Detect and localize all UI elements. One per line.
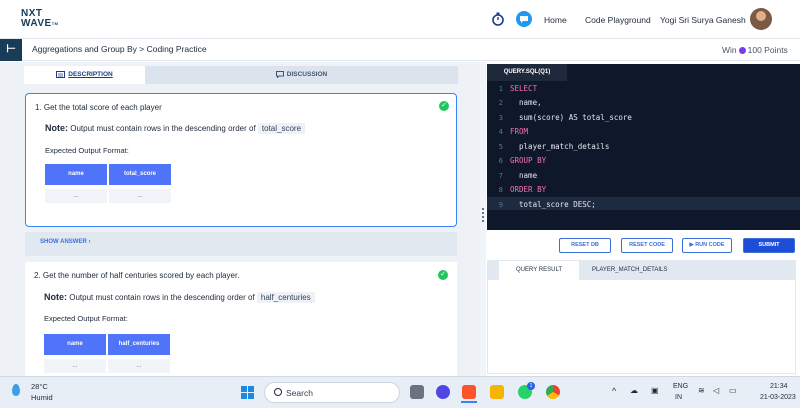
table-cell: ... (109, 189, 171, 203)
nav-code-playground[interactable]: Code Playground (585, 15, 651, 25)
clock-date[interactable]: 21-03-2023 (760, 394, 796, 401)
region-indicator[interactable]: IN (675, 394, 682, 401)
chrome-icon[interactable] (546, 385, 560, 399)
code-line[interactable]: GROUP BY (510, 156, 546, 165)
check-icon: ✓ (439, 101, 449, 111)
active-app-indicator (461, 401, 477, 403)
weather-temp[interactable]: 28°C (31, 382, 48, 391)
table-cell: ... (108, 359, 170, 373)
code-line[interactable]: player_match_details (510, 142, 609, 151)
file-explorer-icon[interactable] (490, 385, 504, 399)
code-line[interactable]: SELECT (510, 84, 537, 93)
taskbar (0, 376, 800, 408)
question-card-2[interactable]: 2. Get the number of half centuries scor… (25, 262, 457, 376)
battery-icon[interactable]: ▭ (729, 386, 737, 395)
user-name[interactable]: Yogi Sri Surya Ganesh (660, 15, 746, 25)
coin-icon (738, 47, 746, 55)
question-note: Note: Output must contain rows in the de… (45, 123, 306, 134)
volume-icon[interactable]: ◁ (713, 386, 719, 395)
show-answer-button[interactable]: SHOW ANSWER › (25, 232, 457, 256)
line-number: 2 (498, 99, 503, 107)
brave-browser-icon[interactable] (462, 385, 476, 399)
check-icon: ✓ (438, 270, 448, 280)
question-card-1[interactable]: 1. Get the total score of each player ✓ … (25, 93, 457, 227)
reset-db-button[interactable]: RESET DB (559, 238, 611, 253)
onedrive-icon[interactable]: ☁ (630, 386, 638, 395)
code-line[interactable]: name (510, 171, 537, 180)
tab-discussion[interactable]: DISCUSSION (145, 66, 458, 84)
description-tabs: DESCRIPTION DISCUSSION (24, 66, 458, 84)
line-number: 9 (498, 201, 503, 209)
windows-start-icon[interactable] (241, 386, 254, 399)
editor-file-tab[interactable]: QUERY.SQL(Q1) (487, 64, 567, 81)
avatar[interactable] (750, 8, 772, 30)
table-header: name (44, 334, 106, 355)
security-icon[interactable]: ▣ (651, 386, 659, 395)
line-number: 4 (498, 128, 503, 136)
code-line[interactable]: name, (510, 98, 542, 107)
code-line[interactable]: FROM (510, 127, 528, 136)
question-note: Note: Output must contain rows in the de… (44, 292, 315, 303)
breadcrumb: Aggregations and Group By > Coding Pract… (32, 44, 207, 54)
points-badge: Win 100 Points (722, 45, 788, 55)
line-number: 6 (498, 157, 503, 165)
nav-home[interactable]: Home (544, 15, 567, 25)
table-cell: ... (44, 359, 106, 373)
nxtwave-logo[interactable]: NXT WAVETM (21, 9, 59, 29)
tab-description[interactable]: DESCRIPTION (24, 66, 145, 84)
meet-icon[interactable] (436, 385, 450, 399)
weather-desc[interactable]: Humid (31, 393, 53, 402)
drag-handle-icon[interactable] (482, 208, 484, 222)
line-number: 1 (498, 85, 503, 93)
notification-badge: 1 (527, 382, 535, 390)
sidebar-toggle-button[interactable]: ⊢ (0, 39, 22, 61)
document-icon (56, 70, 66, 78)
tray-expand-icon[interactable]: ^ (612, 386, 616, 396)
reset-code-button[interactable]: RESET CODE (621, 238, 673, 253)
taskbar-search-box[interactable] (264, 382, 400, 403)
code-line[interactable]: sum(score) AS total_score (510, 113, 632, 122)
code-line[interactable]: total_score DESC; (510, 200, 596, 209)
stopwatch-icon[interactable] (491, 12, 505, 26)
language-indicator[interactable]: ENG (673, 383, 688, 390)
table-header: total_score (109, 164, 171, 185)
submit-button[interactable]: SUBMIT (743, 238, 795, 253)
line-number: 3 (498, 114, 503, 122)
search-placeholder: Search (286, 388, 313, 398)
task-view-icon[interactable] (410, 385, 424, 399)
weather-drop-icon[interactable] (12, 384, 20, 396)
question-title: 2. Get the number of half centuries scor… (34, 271, 240, 280)
table-cell: ... (45, 189, 107, 203)
tab-player-match-details[interactable]: PLAYER_MATCH_DETAILS (592, 261, 667, 280)
line-number: 7 (498, 172, 503, 180)
clock-time[interactable]: 21:34 (770, 383, 788, 390)
discussion-icon (275, 70, 284, 79)
line-number: 5 (498, 143, 503, 151)
table-header: half_centuries (108, 334, 170, 355)
code-line[interactable]: ORDER BY (510, 185, 546, 194)
line-number: 8 (498, 186, 503, 194)
table-header: name (45, 164, 107, 185)
wifi-icon[interactable]: ≋ (698, 386, 705, 395)
question-title: 1. Get the total score of each player (35, 103, 162, 112)
run-code-button[interactable]: ▶ RUN CODE (682, 238, 732, 253)
expected-output-label: Expected Output Format: (44, 314, 128, 323)
chat-icon[interactable] (516, 11, 532, 27)
expected-output-label: Expected Output Format: (45, 146, 129, 155)
tab-query-result[interactable]: QUERY RESULT (499, 261, 579, 280)
search-icon (274, 388, 282, 396)
